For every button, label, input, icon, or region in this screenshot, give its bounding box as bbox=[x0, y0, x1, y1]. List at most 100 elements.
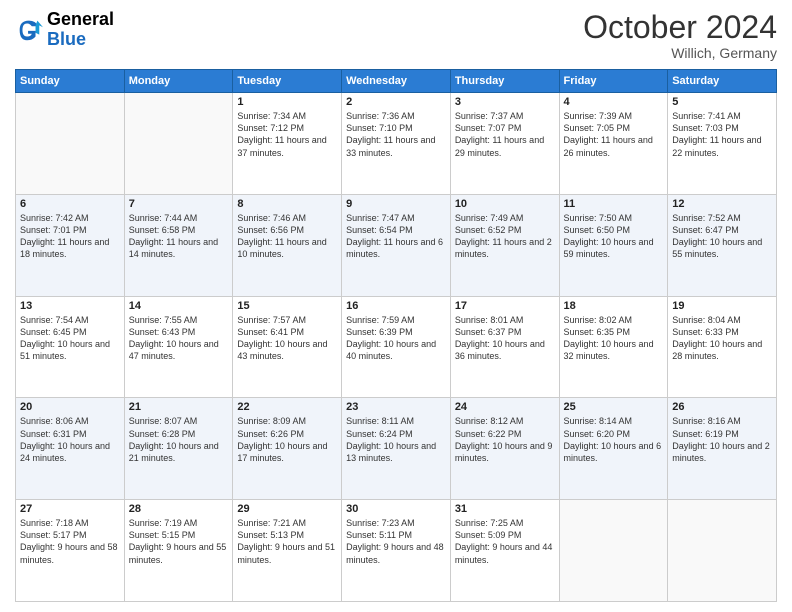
table-row: 24 Sunrise: 8:12 AM Sunset: 6:22 PM Dayli… bbox=[450, 398, 559, 500]
logo-text: General Blue bbox=[47, 10, 114, 50]
day-detail: Sunrise: 7:18 AM Sunset: 5:17 PM Dayligh… bbox=[20, 517, 120, 566]
table-row: 1Sunrise: 7:34 AM Sunset: 7:12 PM Daylig… bbox=[233, 93, 342, 195]
day-detail: Sunrise: 7:41 AM Sunset: 7:03 PM Dayligh… bbox=[672, 110, 772, 159]
col-thursday: Thursday bbox=[450, 70, 559, 93]
table-row: 5 Sunrise: 7:41 AM Sunset: 7:03 PM Daylig… bbox=[668, 93, 777, 195]
day-number: 4 bbox=[564, 96, 664, 108]
table-row: 9Sunrise: 7:47 AM Sunset: 6:54 PM Daylig… bbox=[342, 194, 451, 296]
header: General Blue October 2024 Willich, Germa… bbox=[15, 10, 777, 61]
day-number: 15 bbox=[237, 300, 337, 312]
logo-icon bbox=[15, 16, 43, 44]
day-detail: Sunrise: 7:46 AM Sunset: 6:56 PM Dayligh… bbox=[237, 212, 337, 261]
day-detail: Sunrise: 8:12 AM Sunset: 6:22 PM Dayligh… bbox=[455, 415, 555, 464]
day-detail: Sunrise: 8:11 AM Sunset: 6:24 PM Dayligh… bbox=[346, 415, 446, 464]
day-number: 11 bbox=[564, 198, 664, 210]
day-detail: Sunrise: 7:57 AM Sunset: 6:41 PM Dayligh… bbox=[237, 314, 337, 363]
table-row: 7 Sunrise: 7:44 AM Sunset: 6:58 PM Daylig… bbox=[124, 194, 233, 296]
day-number: 23 bbox=[346, 401, 446, 413]
day-number: 6 bbox=[20, 198, 120, 210]
table-row: 3Sunrise: 7:37 AM Sunset: 7:07 PM Daylig… bbox=[450, 93, 559, 195]
table-row: 29 Sunrise: 7:21 AM Sunset: 5:13 PM Dayli… bbox=[233, 500, 342, 602]
col-friday: Friday bbox=[559, 70, 668, 93]
day-detail: Sunrise: 7:54 AM Sunset: 6:45 PM Dayligh… bbox=[20, 314, 120, 363]
day-detail: Sunrise: 7:23 AM Sunset: 5:11 PM Dayligh… bbox=[346, 517, 446, 566]
month-year: October 2024 bbox=[583, 10, 777, 45]
day-detail: Sunrise: 7:55 AM Sunset: 6:43 PM Dayligh… bbox=[129, 314, 229, 363]
day-detail: Sunrise: 8:06 AM Sunset: 6:31 PM Dayligh… bbox=[20, 415, 120, 464]
day-detail: Sunrise: 8:01 AM Sunset: 6:37 PM Dayligh… bbox=[455, 314, 555, 363]
table-row: 2 Sunrise: 7:36 AM Sunset: 7:10 PM Daylig… bbox=[342, 93, 451, 195]
table-row: 28 Sunrise: 7:19 AM Sunset: 5:15 PM Dayli… bbox=[124, 500, 233, 602]
table-row bbox=[668, 500, 777, 602]
day-detail: Sunrise: 7:50 AM Sunset: 6:50 PM Dayligh… bbox=[564, 212, 664, 261]
day-detail: Sunrise: 7:49 AM Sunset: 6:52 PM Dayligh… bbox=[455, 212, 555, 261]
page: General Blue October 2024 Willich, Germa… bbox=[0, 0, 792, 612]
day-number: 26 bbox=[672, 401, 772, 413]
day-detail: Sunrise: 8:07 AM Sunset: 6:28 PM Dayligh… bbox=[129, 415, 229, 464]
table-row: 12 Sunrise: 7:52 AM Sunset: 6:47 PM Dayli… bbox=[668, 194, 777, 296]
table-row: 17 Sunrise: 8:01 AM Sunset: 6:37 PM Dayli… bbox=[450, 296, 559, 398]
day-detail: Sunrise: 7:52 AM Sunset: 6:47 PM Dayligh… bbox=[672, 212, 772, 261]
calendar-week-row: 13Sunrise: 7:54 AM Sunset: 6:45 PM Dayli… bbox=[16, 296, 777, 398]
day-detail: Sunrise: 7:59 AM Sunset: 6:39 PM Dayligh… bbox=[346, 314, 446, 363]
logo: General Blue bbox=[15, 10, 114, 50]
day-detail: Sunrise: 7:37 AM Sunset: 7:07 PM Dayligh… bbox=[455, 110, 555, 159]
calendar: Sunday Monday Tuesday Wednesday Thursday… bbox=[15, 69, 777, 602]
calendar-week-row: 27Sunrise: 7:18 AM Sunset: 5:17 PM Dayli… bbox=[16, 500, 777, 602]
calendar-week-row: 20 Sunrise: 8:06 AM Sunset: 6:31 PM Dayli… bbox=[16, 398, 777, 500]
table-row bbox=[16, 93, 125, 195]
day-number: 29 bbox=[237, 503, 337, 515]
day-number: 16 bbox=[346, 300, 446, 312]
day-detail: Sunrise: 7:21 AM Sunset: 5:13 PM Dayligh… bbox=[237, 517, 337, 566]
day-number: 17 bbox=[455, 300, 555, 312]
logo-line1: General bbox=[47, 10, 114, 30]
day-detail: Sunrise: 7:47 AM Sunset: 6:54 PM Dayligh… bbox=[346, 212, 446, 261]
table-row: 6 Sunrise: 7:42 AM Sunset: 7:01 PM Daylig… bbox=[16, 194, 125, 296]
day-number: 24 bbox=[455, 401, 555, 413]
calendar-week-row: 6 Sunrise: 7:42 AM Sunset: 7:01 PM Daylig… bbox=[16, 194, 777, 296]
table-row: 15 Sunrise: 7:57 AM Sunset: 6:41 PM Dayli… bbox=[233, 296, 342, 398]
table-row: 22Sunrise: 8:09 AM Sunset: 6:26 PM Dayli… bbox=[233, 398, 342, 500]
day-number: 21 bbox=[129, 401, 229, 413]
day-number: 2 bbox=[346, 96, 446, 108]
table-row: 27Sunrise: 7:18 AM Sunset: 5:17 PM Dayli… bbox=[16, 500, 125, 602]
col-saturday: Saturday bbox=[668, 70, 777, 93]
day-detail: Sunrise: 7:44 AM Sunset: 6:58 PM Dayligh… bbox=[129, 212, 229, 261]
day-number: 7 bbox=[129, 198, 229, 210]
table-row: 13Sunrise: 7:54 AM Sunset: 6:45 PM Dayli… bbox=[16, 296, 125, 398]
day-detail: Sunrise: 7:39 AM Sunset: 7:05 PM Dayligh… bbox=[564, 110, 664, 159]
table-row: 10 Sunrise: 7:49 AM Sunset: 6:52 PM Dayli… bbox=[450, 194, 559, 296]
day-number: 18 bbox=[564, 300, 664, 312]
day-number: 31 bbox=[455, 503, 555, 515]
day-detail: Sunrise: 7:19 AM Sunset: 5:15 PM Dayligh… bbox=[129, 517, 229, 566]
table-row: 30 Sunrise: 7:23 AM Sunset: 5:11 PM Dayli… bbox=[342, 500, 451, 602]
day-detail: Sunrise: 8:16 AM Sunset: 6:19 PM Dayligh… bbox=[672, 415, 772, 464]
table-row: 20 Sunrise: 8:06 AM Sunset: 6:31 PM Dayli… bbox=[16, 398, 125, 500]
table-row bbox=[559, 500, 668, 602]
day-number: 12 bbox=[672, 198, 772, 210]
col-tuesday: Tuesday bbox=[233, 70, 342, 93]
day-number: 8 bbox=[237, 198, 337, 210]
logo-line2: Blue bbox=[47, 30, 114, 50]
day-number: 20 bbox=[20, 401, 120, 413]
day-number: 19 bbox=[672, 300, 772, 312]
col-wednesday: Wednesday bbox=[342, 70, 451, 93]
day-detail: Sunrise: 7:36 AM Sunset: 7:10 PM Dayligh… bbox=[346, 110, 446, 159]
day-number: 28 bbox=[129, 503, 229, 515]
day-number: 14 bbox=[129, 300, 229, 312]
location: Willich, Germany bbox=[583, 45, 777, 61]
table-row: 23 Sunrise: 8:11 AM Sunset: 6:24 PM Dayli… bbox=[342, 398, 451, 500]
table-row: 4 Sunrise: 7:39 AM Sunset: 7:05 PM Daylig… bbox=[559, 93, 668, 195]
day-detail: Sunrise: 8:09 AM Sunset: 6:26 PM Dayligh… bbox=[237, 415, 337, 464]
day-detail: Sunrise: 8:02 AM Sunset: 6:35 PM Dayligh… bbox=[564, 314, 664, 363]
day-number: 10 bbox=[455, 198, 555, 210]
day-detail: Sunrise: 7:25 AM Sunset: 5:09 PM Dayligh… bbox=[455, 517, 555, 566]
table-row: 16 Sunrise: 7:59 AM Sunset: 6:39 PM Dayli… bbox=[342, 296, 451, 398]
table-row: 19Sunrise: 8:04 AM Sunset: 6:33 PM Dayli… bbox=[668, 296, 777, 398]
table-row: 21 Sunrise: 8:07 AM Sunset: 6:28 PM Dayli… bbox=[124, 398, 233, 500]
day-number: 30 bbox=[346, 503, 446, 515]
table-row bbox=[124, 93, 233, 195]
day-number: 5 bbox=[672, 96, 772, 108]
day-detail: Sunrise: 7:42 AM Sunset: 7:01 PM Dayligh… bbox=[20, 212, 120, 261]
day-number: 25 bbox=[564, 401, 664, 413]
